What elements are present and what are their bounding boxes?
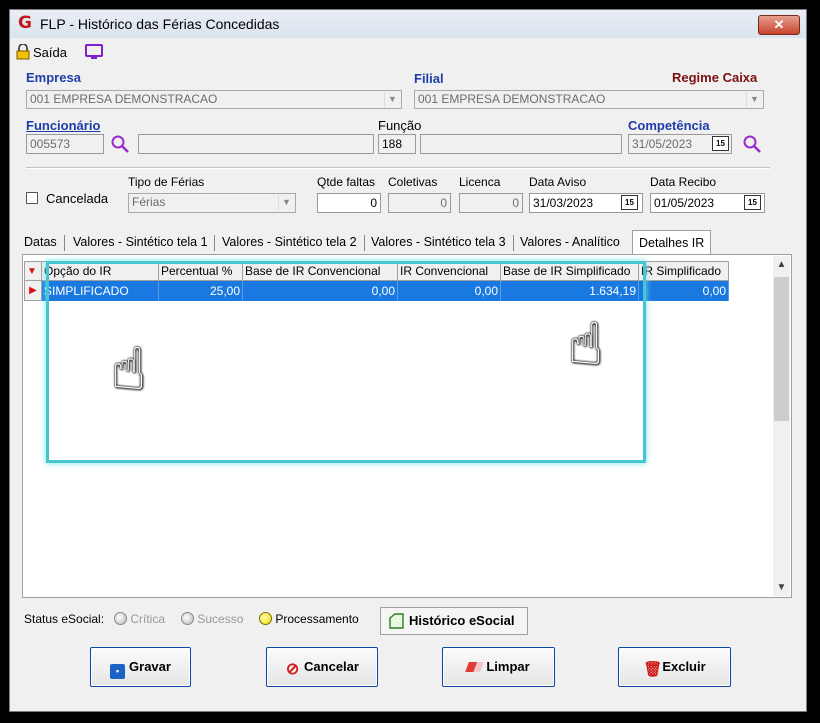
funcao-code-field[interactable]: 188 bbox=[378, 134, 416, 154]
tipo-ferias-select[interactable]: Férias ▼ bbox=[128, 193, 296, 213]
licenca-field[interactable]: 0 bbox=[459, 193, 523, 213]
empresa-select[interactable]: 001 EMPRESA DEMONSTRACAO ▼ bbox=[26, 90, 402, 109]
data-aviso-label: Data Aviso bbox=[529, 175, 587, 189]
sucesso-label: Sucesso bbox=[197, 612, 244, 626]
cancelada-checkbox[interactable] bbox=[26, 192, 38, 204]
data-recibo-label: Data Recibo bbox=[650, 175, 717, 189]
window-title: FLP - Histórico das Férias Concedidas bbox=[40, 16, 280, 32]
limpar-button[interactable]: Limpar bbox=[442, 647, 555, 687]
column-header[interactable]: IR Simplificado bbox=[638, 261, 729, 281]
filial-label: Filial bbox=[414, 71, 444, 86]
main-window: G FLP - Histórico das Férias Concedidas … bbox=[9, 9, 807, 712]
monitor-icon[interactable] bbox=[85, 44, 103, 60]
tab-divider bbox=[214, 235, 216, 251]
vertical-scrollbar[interactable]: ▲ ▼ bbox=[773, 256, 790, 596]
tab-sintetico-2[interactable]: Valores - Sintético tela 2 bbox=[222, 232, 357, 253]
search-icon[interactable] bbox=[742, 134, 762, 154]
status-critica: Crítica bbox=[114, 612, 165, 626]
regime-caixa-label: Regime Caixa bbox=[672, 70, 758, 85]
chevron-down-icon[interactable]: ▼ bbox=[384, 92, 400, 107]
tab-datas[interactable]: Datas bbox=[24, 232, 57, 253]
hand-pointer-icon: ☝ bbox=[568, 310, 604, 378]
trash-icon: 🗑 bbox=[643, 661, 663, 678]
row-pointer-icon: ▶ bbox=[24, 280, 42, 301]
table-cell[interactable]: 0,00 bbox=[638, 280, 729, 301]
competencia-label: Competência bbox=[628, 118, 710, 133]
tab-sintetico-3[interactable]: Valores - Sintético tela 3 bbox=[371, 232, 506, 253]
tab-divider bbox=[64, 235, 66, 251]
scrollbar-thumb[interactable] bbox=[774, 277, 789, 421]
status-sucesso: Sucesso bbox=[181, 612, 243, 626]
historico-esocial-label: Histórico eSocial bbox=[409, 613, 515, 628]
tab-analitico[interactable]: Valores - Analítico bbox=[520, 232, 620, 253]
coletivas-label: Coletivas bbox=[388, 175, 438, 189]
empresa-label: Empresa bbox=[26, 70, 81, 85]
tab-divider bbox=[513, 235, 515, 251]
excluir-label: Excluir bbox=[662, 659, 706, 674]
gravar-label: Gravar bbox=[129, 659, 171, 674]
filial-value: 001 EMPRESA DEMONSTRACAO bbox=[418, 92, 606, 106]
status-label: Status eSocial: bbox=[24, 612, 105, 626]
data-recibo-value: 01/05/2023 bbox=[654, 196, 715, 210]
cancelar-label: Cancelar bbox=[304, 659, 359, 674]
exit-label: Saída bbox=[33, 45, 67, 60]
processamento-label: Processamento bbox=[275, 612, 359, 626]
tipo-ferias-value: Férias bbox=[132, 195, 166, 209]
empresa-value: 001 EMPRESA DEMONSTRACAO bbox=[30, 92, 218, 106]
historico-esocial-button[interactable]: Histórico eSocial bbox=[380, 607, 528, 635]
lock-icon bbox=[16, 44, 30, 60]
critica-label: Crítica bbox=[130, 612, 166, 626]
funcionario-name-field[interactable] bbox=[138, 134, 374, 154]
filial-select[interactable]: 001 EMPRESA DEMONSTRACAO ▼ bbox=[414, 90, 764, 109]
document-icon bbox=[389, 613, 404, 629]
radio-icon bbox=[114, 612, 127, 625]
gravar-button[interactable]: ▪ Gravar bbox=[90, 647, 191, 687]
tab-sintetico-1[interactable]: Valores - Sintético tela 1 bbox=[73, 232, 208, 253]
funcao-name-field[interactable] bbox=[420, 134, 622, 154]
cancelar-button[interactable]: ⊘ Cancelar bbox=[266, 647, 378, 687]
calendar-icon[interactable]: 15 bbox=[712, 136, 729, 151]
radio-icon bbox=[259, 612, 272, 625]
radio-icon bbox=[181, 612, 194, 625]
hand-pointer-icon: ☝ bbox=[111, 335, 147, 403]
eraser-icon bbox=[465, 662, 485, 672]
qtde-faltas-field[interactable]: 0 bbox=[317, 193, 381, 213]
app-logo-icon: G bbox=[18, 13, 32, 33]
cancel-icon: ⊘ bbox=[285, 661, 300, 678]
funcao-label: Função bbox=[378, 118, 422, 133]
chevron-down-icon[interactable]: ▼ bbox=[278, 195, 294, 210]
licenca-label: Licenca bbox=[459, 175, 501, 189]
tab-detalhes-ir[interactable]: Detalhes IR bbox=[632, 230, 712, 255]
save-icon: ▪ bbox=[110, 664, 126, 679]
competencia-value: 31/05/2023 bbox=[632, 137, 693, 151]
chevron-down-icon[interactable]: ▼ bbox=[746, 92, 762, 107]
excluir-button[interactable]: 🗑Excluir bbox=[618, 647, 731, 687]
cancelada-label: Cancelada bbox=[46, 191, 109, 206]
funcionario-label: Funcionário bbox=[26, 118, 101, 133]
divider bbox=[26, 167, 770, 169]
row-indicator-header: ▼ bbox=[24, 261, 42, 281]
search-icon[interactable] bbox=[110, 134, 130, 154]
funcionario-code-field[interactable]: 005573 bbox=[26, 134, 104, 154]
detalhes-ir-panel: ▼ Opção do IR Percentual % Base de IR Co… bbox=[22, 254, 792, 598]
tab-divider bbox=[364, 235, 366, 251]
close-button[interactable]: ✕ bbox=[758, 15, 800, 35]
limpar-label: Limpar bbox=[486, 659, 530, 674]
data-aviso-value: 31/03/2023 bbox=[533, 196, 594, 210]
coletivas-field[interactable]: 0 bbox=[388, 193, 451, 213]
calendar-icon[interactable]: 15 bbox=[744, 195, 761, 210]
chevron-down-icon[interactable]: ▼ bbox=[773, 579, 790, 596]
calendar-icon[interactable]: 15 bbox=[621, 195, 638, 210]
status-processamento: Processamento bbox=[259, 612, 359, 626]
title-bar[interactable]: G FLP - Histórico das Férias Concedidas … bbox=[10, 10, 806, 38]
tipo-ferias-label: Tipo de Férias bbox=[128, 175, 205, 189]
chevron-up-icon[interactable]: ▲ bbox=[773, 256, 790, 273]
qtde-faltas-label: Qtde faltas bbox=[317, 175, 376, 189]
